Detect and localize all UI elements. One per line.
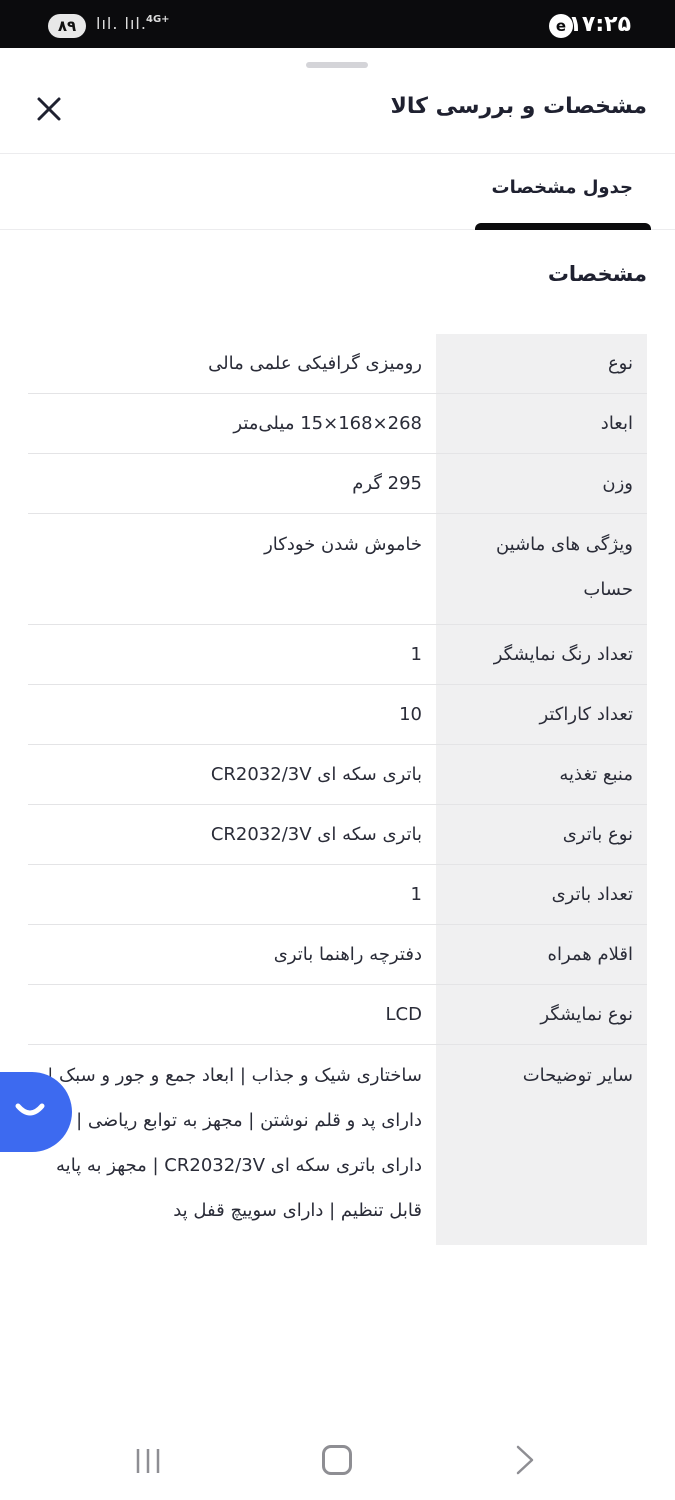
spec-value: باتری سکه ای CR2032/3V [210,824,422,845]
table-row: وزن 295 گرم [28,454,647,514]
tab-spec-table[interactable]: جدول مشخصات [475,155,655,230]
spec-value: خاموش شدن خودکار [264,534,422,555]
table-row: ابعاد 268×168×15 میلی‌متر [28,394,647,454]
table-row: سایر توضیحات ساختاری شیک و جذاب | ابعاد … [28,1045,647,1245]
spec-key: نوع [436,334,647,393]
spec-value: رومیزی گرافیکی علمی مالی [208,353,422,374]
table-row: نوع باتری باتری سکه ای CR2032/3V [28,805,647,865]
active-tab-indicator [475,223,651,230]
home-icon[interactable] [322,1445,352,1475]
spec-key: وزن [436,454,647,513]
spec-value: LCD [385,1004,422,1025]
spec-value: 10 [399,704,422,725]
spec-value: دفترچه راهنما باتری [273,944,422,965]
back-icon[interactable] [513,1444,537,1476]
table-row: تعداد رنگ نمایشگر 1 [28,625,647,685]
spec-value: ساختاری شیک و جذاب | ابعاد جمع و جور و س… [47,1065,422,1221]
spec-key: تعداد کاراکتر [436,685,647,744]
table-row: نوع نمایشگر LCD [28,985,647,1045]
spec-key: تعداد رنگ نمایشگر [436,625,647,684]
spec-key: تعداد باتری [436,865,647,924]
page-title: مشخصات و بررسی کالا [390,94,647,119]
system-nav-bar [0,1420,675,1500]
tab-label: جدول مشخصات [491,177,633,198]
battery-indicator: ۸۹ [48,14,86,38]
table-row: منبع تغذیه باتری سکه ای CR2032/3V [28,745,647,805]
chat-bubble-icon [15,1103,45,1116]
section-title: مشخصات [547,262,647,286]
table-row: تعداد باتری 1 [28,865,647,925]
status-bar: ۸۹ lıl. lıl. 4G+ e ۱۷:۲۵ [0,0,675,48]
status-time: ۱۷:۲۵ [568,12,631,37]
sheet-header: مشخصات و بررسی کالا [0,80,675,154]
recents-icon[interactable] [134,1446,164,1476]
tab-bar: جدول مشخصات [0,155,675,230]
spec-value: 1 [410,884,422,905]
spec-value: 295 گرم [352,473,422,494]
spec-value: باتری سکه ای CR2032/3V [210,764,422,785]
spec-table: نوع رومیزی گرافیکی علمی مالی ابعاد 268×1… [28,334,647,1245]
signal-strength-icon: lıl. lıl. [96,14,147,33]
table-row: تعداد کاراکتر 10 [28,685,647,745]
spec-key: منبع تغذیه [436,745,647,804]
spec-key: نوع باتری [436,805,647,864]
sheet-drag-handle[interactable] [306,62,368,68]
spec-key: ابعاد [436,394,647,453]
close-button[interactable] [34,94,64,124]
network-type: 4G+ [146,14,170,25]
spec-key: اقلام همراه [436,925,647,984]
table-row: ویژگی های ماشین حساب خاموش شدن خودکار [28,514,647,625]
spec-value: 1 [410,644,422,665]
close-icon [37,97,61,121]
spec-key: نوع نمایشگر [436,985,647,1044]
table-row: نوع رومیزی گرافیکی علمی مالی [28,334,647,394]
spec-value: 268×168×15 میلی‌متر [233,413,422,434]
spec-key: ویژگی های ماشین حساب [436,514,647,624]
table-row: اقلام همراه دفترچه راهنما باتری [28,925,647,985]
spec-key: سایر توضیحات [436,1045,647,1245]
